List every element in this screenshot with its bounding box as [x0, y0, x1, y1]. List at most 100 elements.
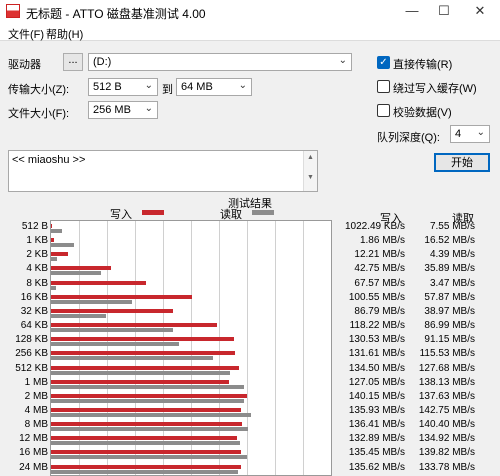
write-value: 12.21 MB/s	[354, 249, 405, 261]
read-value: 134.92 MB/s	[418, 433, 475, 445]
scroll-up-icon[interactable]: ▲	[304, 151, 317, 171]
read-bar	[51, 243, 75, 248]
read-value: 3.47 MB/s	[429, 277, 475, 289]
read-value: 7.55 MB/s	[429, 221, 475, 232]
write-value: 42.75 MB/s	[354, 263, 405, 275]
minimize-button[interactable]: —	[400, 2, 424, 20]
write-value: 118.22 MB/s	[349, 320, 405, 332]
read-bar	[51, 313, 106, 318]
file-size-select[interactable]: 256 MB ⌄	[88, 101, 158, 119]
category-label: 12 MB	[19, 433, 48, 445]
write-bar	[51, 252, 69, 257]
read-value: 35.89 MB/s	[424, 263, 475, 275]
drive-label: 驱动器	[8, 59, 41, 71]
category-label: 256 KB	[15, 348, 48, 360]
category-label: 32 KB	[20, 305, 48, 317]
transfer-to-label: 到	[162, 84, 173, 96]
write-value: 135.62 MB/s	[348, 461, 405, 473]
file-size-label: 文件大小(F):	[8, 108, 70, 120]
chevron-down-icon: ⌄	[144, 80, 153, 91]
transfer-to-select[interactable]: 64 MB ⌄	[176, 78, 252, 96]
app-icon	[6, 4, 20, 18]
read-bar	[51, 285, 56, 290]
category-label: 2 KB	[26, 249, 48, 261]
chevron-down-icon: ⌄	[338, 55, 347, 66]
read-value: 4.39 MB/s	[429, 249, 475, 261]
write-value: 135.93 MB/s	[348, 404, 405, 416]
queue-depth-select[interactable]: 4 ⌄	[450, 125, 490, 143]
category-label: 64 KB	[20, 320, 48, 332]
write-bar	[51, 266, 111, 271]
read-value: 139.82 MB/s	[418, 447, 475, 459]
legend-read-swatch	[252, 210, 274, 215]
notes-text: << miaoshu >>	[12, 154, 86, 166]
title-bar: 无标题 - ATTO 磁盘基准测试 4.00 — ☐ ✕	[0, 0, 500, 23]
read-bar	[51, 441, 240, 446]
read-value: 16.52 MB/s	[424, 235, 475, 247]
write-bar	[51, 379, 229, 384]
direct-io-checkbox[interactable]: ✓	[377, 56, 390, 69]
read-bar	[51, 299, 133, 304]
results-panel: 测试结果 写入 读取 写入 读取 512 B 1022.49 KB/s 7.55 M…	[0, 193, 500, 476]
write-value: 130.53 MB/s	[348, 334, 405, 346]
chart-gridline	[303, 221, 304, 475]
queue-depth-label: 队列深度(Q):	[377, 132, 440, 144]
read-value: 137.63 MB/s	[418, 390, 475, 402]
read-value: 138.13 MB/s	[418, 376, 475, 388]
write-bar	[51, 365, 240, 370]
category-label: 8 KB	[26, 277, 48, 289]
read-bar	[51, 356, 213, 361]
read-value: 142.75 MB/s	[418, 404, 475, 416]
chevron-down-icon: ⌄	[476, 127, 485, 138]
write-bar	[51, 280, 146, 285]
bypass-cache-label: 绕过写入缓存(W)	[393, 83, 477, 95]
read-bar	[51, 455, 247, 460]
write-value: 86.79 MB/s	[354, 305, 405, 317]
verify-label: 校验数据(V)	[393, 107, 452, 119]
read-bar	[51, 384, 245, 389]
write-bar	[51, 351, 236, 356]
transfer-size-label: 传输大小(Z):	[8, 84, 70, 96]
write-bar	[51, 323, 217, 328]
queue-depth-value: 4	[455, 128, 462, 140]
browse-button[interactable]: ...	[63, 53, 83, 71]
transfer-from-value: 512 B	[93, 81, 122, 93]
write-bar	[51, 464, 241, 469]
transfer-to-value: 64 MB	[181, 81, 213, 93]
transfer-from-select[interactable]: 512 B ⌄	[88, 78, 158, 96]
write-bar	[51, 407, 242, 412]
category-label: 512 B	[21, 221, 48, 232]
chart-plot-area	[50, 220, 332, 476]
bypass-cache-checkbox[interactable]	[377, 80, 390, 93]
chevron-down-icon: ⌄	[238, 80, 247, 91]
menu-file[interactable]: 文件(F)	[8, 26, 44, 42]
category-label: 24 MB	[19, 461, 48, 473]
category-label: 2 MB	[24, 390, 48, 402]
read-value: 133.78 MB/s	[418, 461, 475, 473]
write-bar	[51, 308, 173, 313]
category-label: 8 MB	[24, 419, 48, 431]
write-value: 1022.49 KB/s	[344, 221, 405, 232]
write-value: 127.05 MB/s	[348, 376, 405, 388]
write-bar	[51, 337, 234, 342]
maximize-button[interactable]: ☐	[432, 2, 456, 20]
category-label: 4 KB	[26, 263, 48, 275]
category-label: 128 KB	[15, 334, 48, 346]
menu-help[interactable]: 帮助(H)	[46, 26, 83, 42]
read-bar	[51, 342, 179, 347]
window-title: 无标题 - ATTO 磁盘基准测试 4.00	[26, 7, 206, 21]
close-button[interactable]: ✕	[468, 2, 492, 20]
read-bar	[51, 229, 62, 233]
start-button[interactable]: 开始	[434, 153, 490, 172]
notes-textarea[interactable]: << miaoshu >> ▲ ▼	[8, 150, 318, 192]
write-value: 134.50 MB/s	[348, 362, 405, 374]
read-bar	[51, 257, 58, 262]
write-bar	[51, 450, 241, 455]
notes-scrollbar[interactable]: ▲ ▼	[303, 151, 317, 191]
drive-select[interactable]: (D:) ⌄	[88, 53, 352, 71]
read-bar	[51, 398, 244, 403]
verify-checkbox[interactable]	[377, 104, 390, 117]
read-value: 57.87 MB/s	[424, 291, 475, 303]
category-label: 16 KB	[20, 291, 48, 303]
scroll-down-icon[interactable]: ▼	[304, 171, 317, 191]
